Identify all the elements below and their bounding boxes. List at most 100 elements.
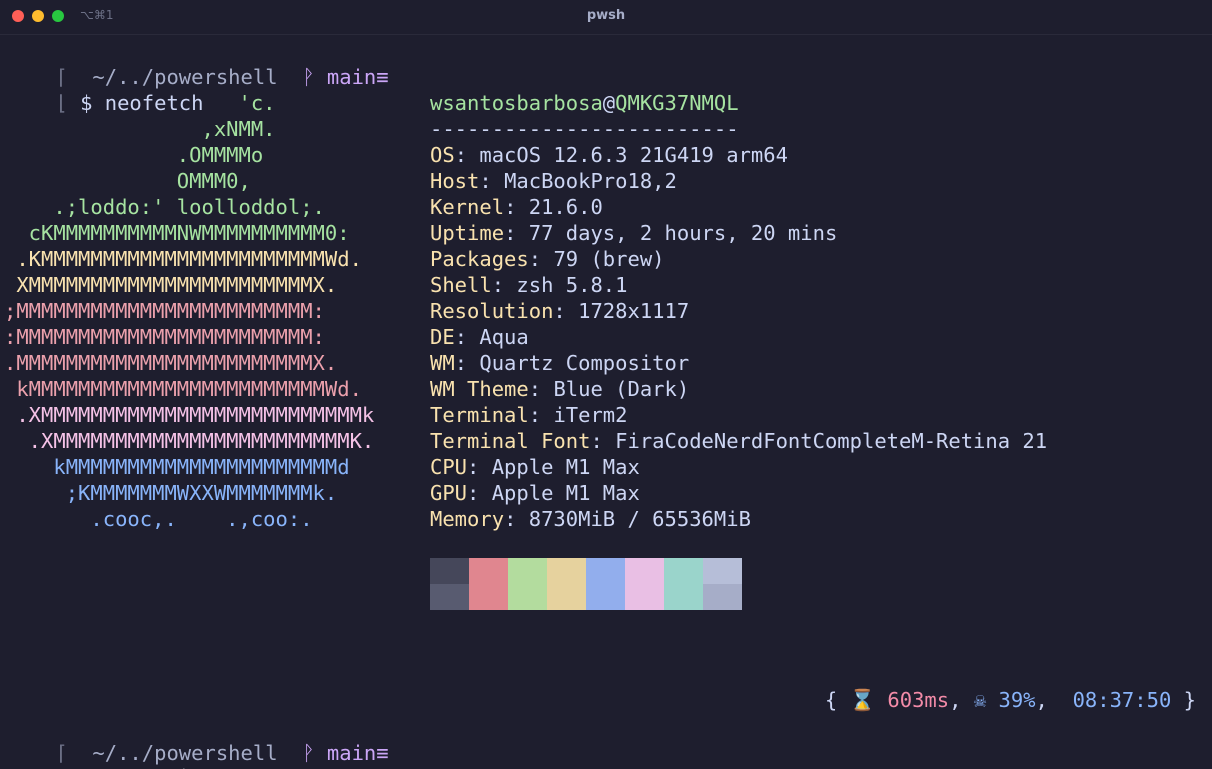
info-value: 8730MiB / 65536MiB <box>528 507 751 531</box>
info-value: Blue (Dark) <box>553 377 690 401</box>
ascii-art-line: .XMMMMMMMMMMMMMMMMMMMMMMMMMMk <box>4 403 375 427</box>
apple-ascii-art: 'c. ,xNMM. .OMMMMo OMMM0, .;loddo:' lool… <box>4 90 374 532</box>
command-line-1: ⌊ $ neofetch <box>6 64 203 115</box>
color-swatch <box>586 584 625 610</box>
command-duration: 603ms <box>887 688 950 712</box>
info-value: Apple M1 Max <box>491 481 640 505</box>
info-value: 21.6.0 <box>528 195 603 219</box>
info-key: WM <box>430 351 455 375</box>
ascii-art-line: ,xNMM. <box>4 117 276 141</box>
info-row: Kernel: 21.6.0 <box>430 195 603 219</box>
color-palette-top <box>430 558 742 584</box>
info-row: WM: Quartz Compositor <box>430 351 690 375</box>
color-swatch <box>625 558 664 584</box>
ascii-art-line: .XMMMMMMMMMMMMMMMMMMMMMMMMK. <box>4 429 375 453</box>
info-row: Memory: 8730MiB / 65536MiB <box>430 507 751 531</box>
info-key: Uptime <box>430 221 505 245</box>
info-row: Packages: 79 (brew) <box>430 247 665 271</box>
info-value: macOS 12.6.3 21G419 arm64 <box>479 143 788 167</box>
info-row: CPU: Apple M1 Max <box>430 455 640 479</box>
ascii-art-line: ;KMMMMMMMWXXWMMMMMMMk. <box>4 481 338 505</box>
title-bar[interactable]: ⌥⌘1 pwsh <box>0 0 1212 35</box>
info-row: Resolution: 1728x1117 <box>430 299 690 323</box>
color-swatch <box>547 584 586 610</box>
terminal-window[interactable]: ⌥⌘1 pwsh ⌈ ~/../powershell ᚹ main≡ ⌊ $ n… <box>0 0 1212 769</box>
info-row: WM Theme: Blue (Dark) <box>430 377 690 401</box>
info-value: Aqua <box>479 325 529 349</box>
ascii-art-line: OMMM0, <box>4 169 251 193</box>
color-swatch <box>508 558 547 584</box>
git-branch-name-2: main≡ <box>326 741 389 765</box>
info-value: zsh 5.8.1 <box>516 273 628 297</box>
prompt-status: { ⌛ 603ms, ☠ 39%, 08:37:50 } <box>825 687 1196 713</box>
color-swatch <box>469 558 508 584</box>
command-line-2[interactable]: ⌊ $ ciao 👋🏽 <box>6 740 219 769</box>
info-row: Terminal: iTerm2 <box>430 403 628 427</box>
skull-icon: ☠ <box>973 688 987 712</box>
info-value: iTerm2 <box>553 403 628 427</box>
color-swatch <box>430 584 469 610</box>
git-branch-name: main≡ <box>326 65 389 89</box>
info-key: GPU <box>430 481 468 505</box>
git-branch-icon: ᚹ <box>302 65 315 89</box>
prompt-line-1: ⌈ ~/../powershell ᚹ main≡ <box>6 38 388 89</box>
info-row: DE: Aqua <box>430 325 529 349</box>
info-key: Shell <box>430 273 492 297</box>
info-key: Terminal Font <box>430 429 591 453</box>
info-key: Terminal <box>430 403 529 427</box>
ascii-art-line: .OMMMMo <box>4 143 264 167</box>
ascii-art-line: kMMMMMMMMMMMMMMMMMMMMMMd <box>4 455 350 479</box>
prompt-line-2: ⌈ ~/../powershell ᚹ main≡ <box>6 714 388 765</box>
info-key: WM Theme <box>430 377 529 401</box>
status-comma-2: , <box>1035 688 1048 712</box>
color-swatch <box>586 558 625 584</box>
window-title: pwsh <box>586 8 626 23</box>
info-row: OS: macOS 12.6.3 21G419 arm64 <box>430 143 788 167</box>
info-key: Host <box>430 169 480 193</box>
status-close-brace: } <box>1183 688 1196 712</box>
info-row: Shell: zsh 5.8.1 <box>430 273 628 297</box>
info-key: Packages <box>430 247 529 271</box>
ascii-art-line: .MMMMMMMMMMMMMMMMMMMMMMMMX. <box>4 351 338 375</box>
info-key: Resolution <box>430 299 554 323</box>
color-palette-bottom <box>430 584 742 610</box>
ascii-art-line: ;MMMMMMMMMMMMMMMMMMMMMMMM: <box>4 299 325 323</box>
username: wsantosbarbosa <box>430 91 603 115</box>
ascii-art-line: .KMMMMMMMMMMMMMMMMMMMMMMMWd. <box>4 247 362 271</box>
battery-percent: 39% <box>998 688 1036 712</box>
info-row: Terminal Font: FiraCodeNerdFontCompleteM… <box>430 429 1048 453</box>
info-key: Kernel <box>430 195 505 219</box>
color-swatch <box>664 584 703 610</box>
at-sign: @ <box>602 91 616 115</box>
info-value: Apple M1 Max <box>491 455 640 479</box>
ascii-art-line: kMMMMMMMMMMMMMMMMMMMMMMMMWd. <box>4 377 362 401</box>
color-swatch <box>664 558 703 584</box>
info-value: Quartz Compositor <box>479 351 690 375</box>
color-swatch <box>703 558 742 584</box>
info-row: Uptime: 77 days, 2 hours, 20 mins <box>430 221 838 245</box>
ascii-art-line: XMMMMMMMMMMMMMMMMMMMMMMMX. <box>4 273 338 297</box>
ascii-art-line: .cooc,. .,coo:. <box>4 507 313 531</box>
info-value: MacBookPro18,2 <box>504 169 677 193</box>
info-row: Host: MacBookPro18,2 <box>430 169 677 193</box>
status-comma-1: , <box>949 688 962 712</box>
color-swatch <box>547 558 586 584</box>
info-value: FiraCodeNerdFontCompleteM-Retina 21 <box>615 429 1048 453</box>
color-swatch <box>430 558 469 584</box>
status-open-brace: { <box>824 688 838 712</box>
info-row: GPU: Apple M1 Max <box>430 481 640 505</box>
info-key: Memory <box>430 507 505 531</box>
ascii-art-line: cKMMMMMMMMMMNWMMMMMMMMMM0: <box>4 221 350 245</box>
ascii-art-line: .;loddo:' loolloddol;. <box>4 195 325 219</box>
hostname: QMKG37NMQL <box>615 91 739 115</box>
ascii-art-line: 'c. <box>4 91 276 115</box>
separator-line: ------------------------- <box>430 117 739 141</box>
info-key: OS <box>430 143 455 167</box>
info-key: CPU <box>430 455 468 479</box>
git-branch-icon-2: ᚹ <box>302 741 315 765</box>
hourglass-icon: ⌛ <box>849 688 876 712</box>
color-swatch <box>625 584 664 610</box>
color-swatch <box>703 584 742 610</box>
info-value: 79 (brew) <box>553 247 665 271</box>
color-swatch <box>469 584 508 610</box>
